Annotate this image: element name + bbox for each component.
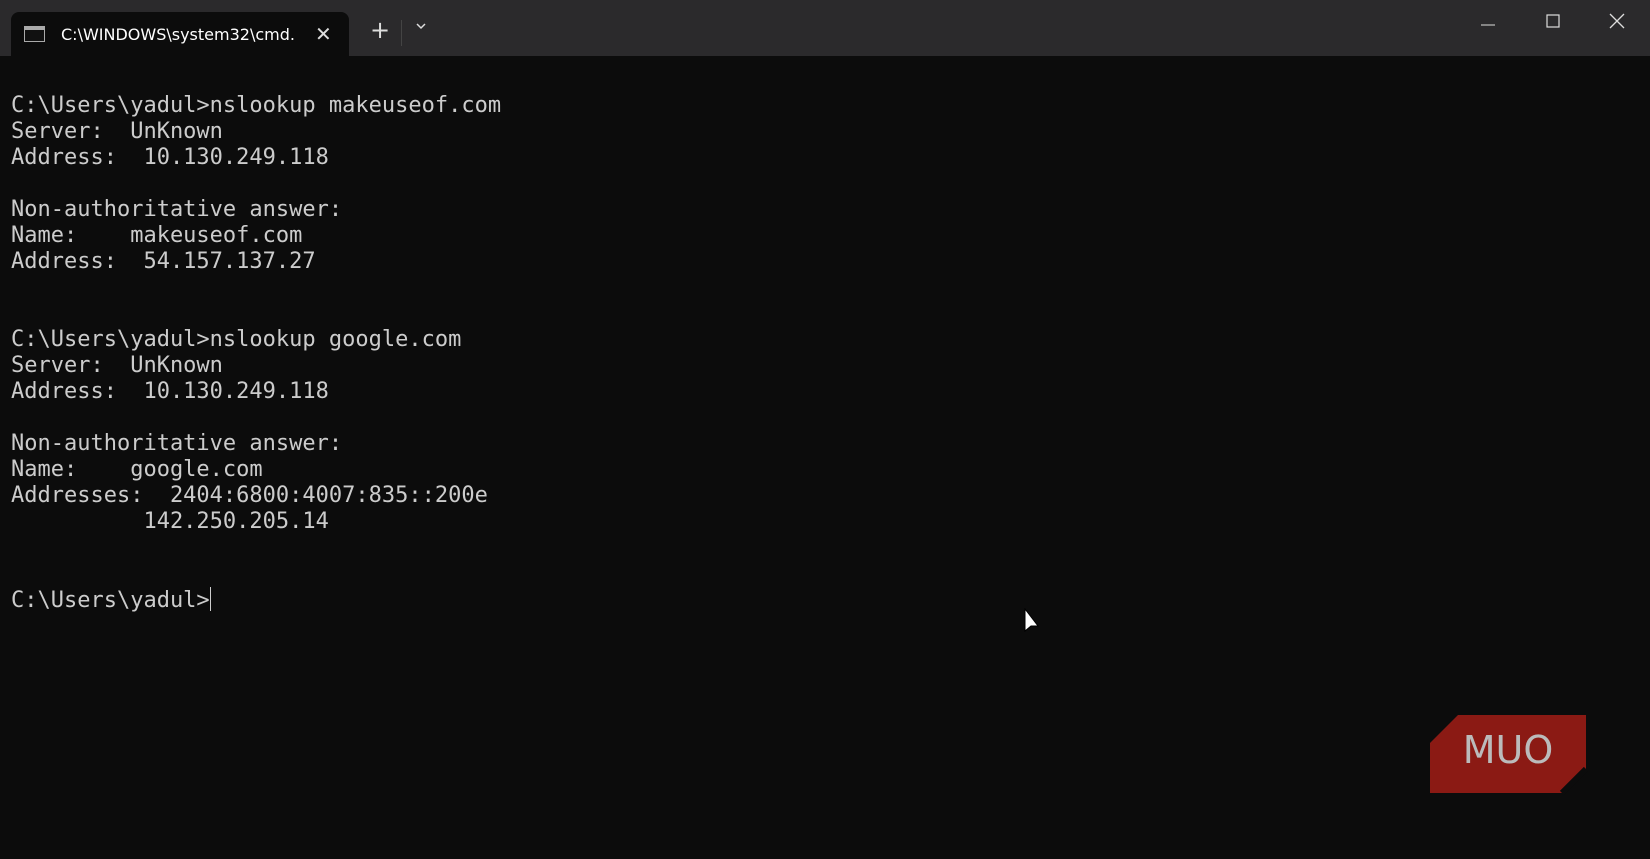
maximize-icon	[1546, 14, 1560, 28]
divider	[401, 20, 402, 46]
new-tab-button[interactable]: +	[365, 16, 395, 44]
chevron-down-icon	[416, 23, 426, 30]
svg-text:MUO: MUO	[1463, 728, 1554, 772]
prompt: C:\Users\yadul>	[11, 588, 210, 613]
mouse-cursor-icon	[1024, 608, 1040, 633]
close-button[interactable]	[1597, 10, 1637, 35]
terminal-line: Name: google.com	[11, 457, 263, 482]
terminal-line: 142.250.205.14	[11, 509, 329, 534]
terminal-line: Server: UnKnown	[11, 119, 223, 144]
terminal-line: Address: 54.157.137.27	[11, 249, 316, 274]
muo-logo: MUO	[1430, 715, 1588, 795]
close-icon	[1609, 13, 1625, 29]
title-bar: C:\WINDOWS\system32\cmd. ✕ +	[0, 0, 1650, 56]
terminal-icon	[24, 26, 45, 42]
terminal-line: Name: makeuseof.com	[11, 223, 303, 248]
minimize-button[interactable]	[1468, 10, 1508, 35]
maximize-button[interactable]	[1533, 10, 1573, 35]
terminal-prompt-line[interactable]: C:\Users\yadul>	[11, 587, 501, 614]
terminal-line: Address: 10.130.249.118	[11, 145, 329, 170]
tab-title: C:\WINDOWS\system32\cmd.	[61, 24, 295, 44]
tab-cmd[interactable]: C:\WINDOWS\system32\cmd. ✕	[11, 12, 349, 56]
text-cursor	[209, 587, 211, 611]
terminal-output[interactable]: C:\Users\yadul>nslookup makeuseof.com Ser…	[11, 93, 501, 614]
minimize-icon	[1481, 24, 1495, 26]
tab-close-button[interactable]: ✕	[315, 22, 332, 46]
terminal-line: Non-authoritative answer:	[11, 197, 343, 222]
terminal-line: C:\Users\yadul>nslookup google.com	[11, 327, 462, 352]
terminal-line: Addresses: 2404:6800:4007:835::200e	[11, 483, 488, 508]
terminal-line: Address: 10.130.249.118	[11, 379, 329, 404]
tab-dropdown-button[interactable]	[410, 18, 432, 37]
terminal-line: Non-authoritative answer:	[11, 431, 343, 456]
terminal-line: C:\Users\yadul>nslookup makeuseof.com	[11, 93, 502, 118]
terminal-line: Server: UnKnown	[11, 353, 223, 378]
